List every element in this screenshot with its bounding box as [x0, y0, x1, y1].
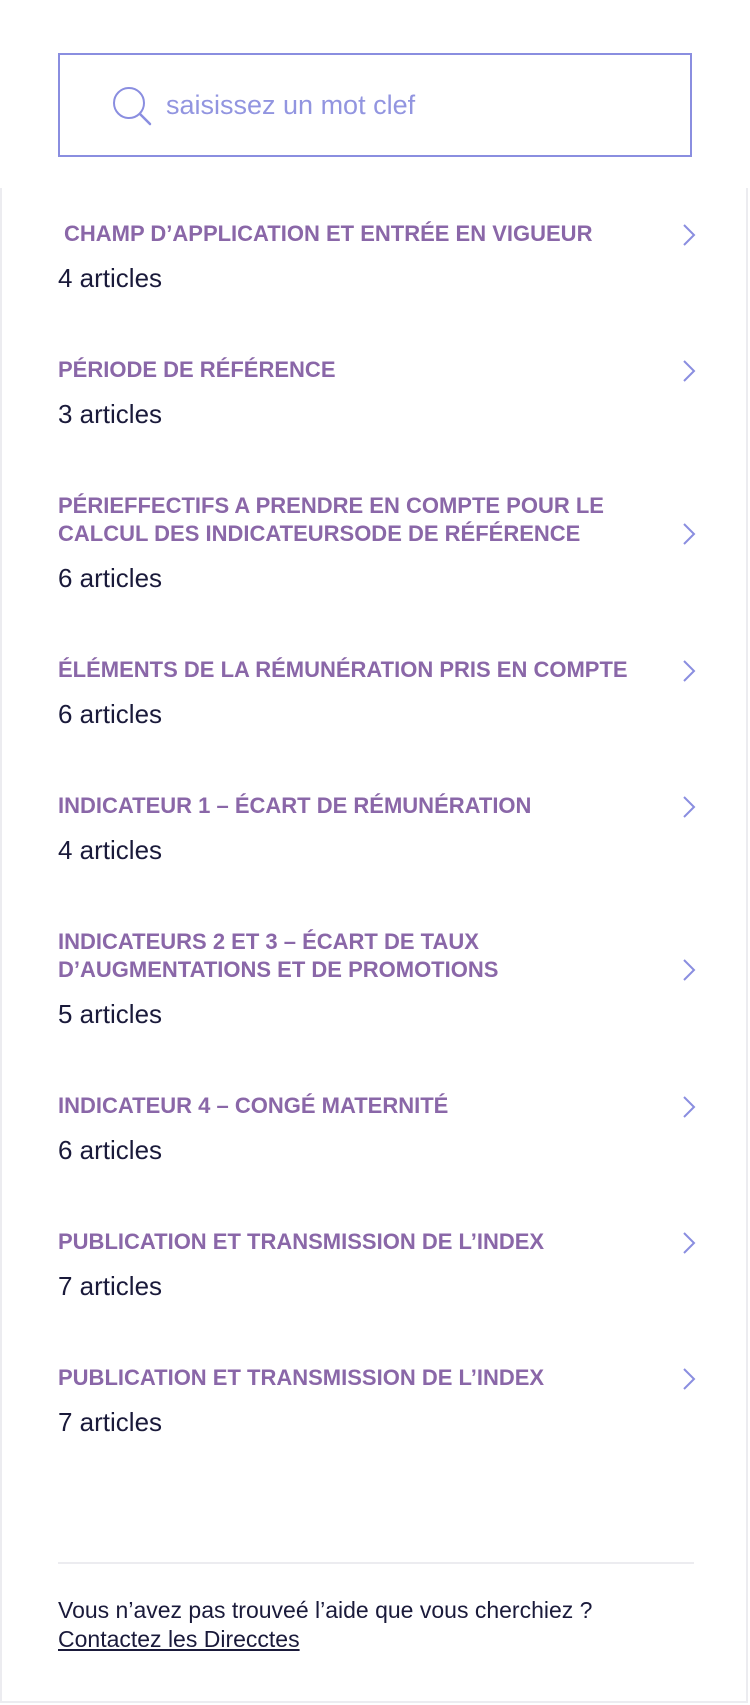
category-article-count: 7 articles [58, 1407, 163, 1437]
chevron-right-icon [683, 1232, 696, 1254]
category-item[interactable]: PÉRIEFFECTIFS A PRENDRE EN COMPTE POUR L… [58, 492, 698, 594]
chevron-right-icon [683, 523, 696, 545]
category-title: INDICATEUR 1 – ÉCART DE RÉMUNÉRATION [58, 793, 532, 818]
category-title: INDICATEUR 4 – CONGÉ MATERNITÉ [58, 1093, 449, 1118]
category-title: CHAMP D’APPLICATION ET ENTRÉE EN VIGUEUR [64, 221, 593, 246]
category-item[interactable]: PUBLICATION ET TRANSMISSION DE L’INDEX 7… [58, 1228, 698, 1302]
footer-divider [58, 1562, 694, 1564]
category-item[interactable]: INDICATEUR 1 – ÉCART DE RÉMUNÉRATION 4 a… [58, 792, 698, 866]
category-article-count: 6 articles [58, 1135, 163, 1165]
chevron-right-icon [683, 959, 696, 981]
category-title: INDICATEURS 2 ET 3 – ÉCART DE TAUX D’AUG… [58, 929, 499, 982]
category-title: PÉRIODE DE RÉFÉRENCE [58, 357, 336, 382]
chevron-right-icon [683, 224, 696, 246]
category-title: PUBLICATION ET TRANSMISSION DE L’INDEX [58, 1229, 545, 1254]
chevron-right-icon [683, 1368, 696, 1390]
category-title: PUBLICATION ET TRANSMISSION DE L’INDEX [58, 1365, 545, 1390]
category-item[interactable]: PUBLICATION ET TRANSMISSION DE L’INDEX 7… [58, 1364, 698, 1438]
category-item[interactable]: PÉRIODE DE RÉFÉRENCE 3 articles [58, 356, 698, 430]
chevron-right-icon [683, 796, 696, 818]
category-article-count: 5 articles [58, 999, 163, 1029]
category-item[interactable]: INDICATEURS 2 ET 3 – ÉCART DE TAUX D’AUG… [58, 928, 698, 1030]
chevron-right-icon [683, 360, 696, 382]
search-box[interactable] [58, 53, 692, 157]
help-question-text: Vous n’avez pas trouveé l’aide que vous … [58, 1597, 593, 1623]
search-icon [113, 87, 152, 126]
chevron-right-icon [683, 660, 696, 682]
category-item[interactable]: INDICATEUR 4 – CONGÉ MATERNITÉ 6 article… [58, 1092, 698, 1166]
chevron-right-icon [683, 1096, 696, 1118]
category-article-count: 4 articles [58, 835, 163, 865]
category-article-count: 7 articles [58, 1271, 163, 1301]
search-input[interactable] [166, 79, 646, 131]
category-article-count: 6 articles [58, 563, 163, 593]
category-item[interactable]: ÉLÉMENTS DE LA RÉMUNÉRATION PRIS EN COMP… [58, 656, 698, 730]
category-item[interactable]: CHAMP D’APPLICATION ET ENTRÉE EN VIGUEUR… [58, 220, 698, 294]
contact-direcctes-link[interactable]: Contactez les Direcctes [58, 1625, 300, 1653]
category-title: PÉRIEFFECTIFS A PRENDRE EN COMPTE POUR L… [58, 493, 604, 546]
category-article-count: 4 articles [58, 263, 163, 293]
category-article-count: 6 articles [58, 699, 163, 729]
category-title: ÉLÉMENTS DE LA RÉMUNÉRATION PRIS EN COMP… [58, 657, 628, 682]
category-article-count: 3 articles [58, 399, 163, 429]
